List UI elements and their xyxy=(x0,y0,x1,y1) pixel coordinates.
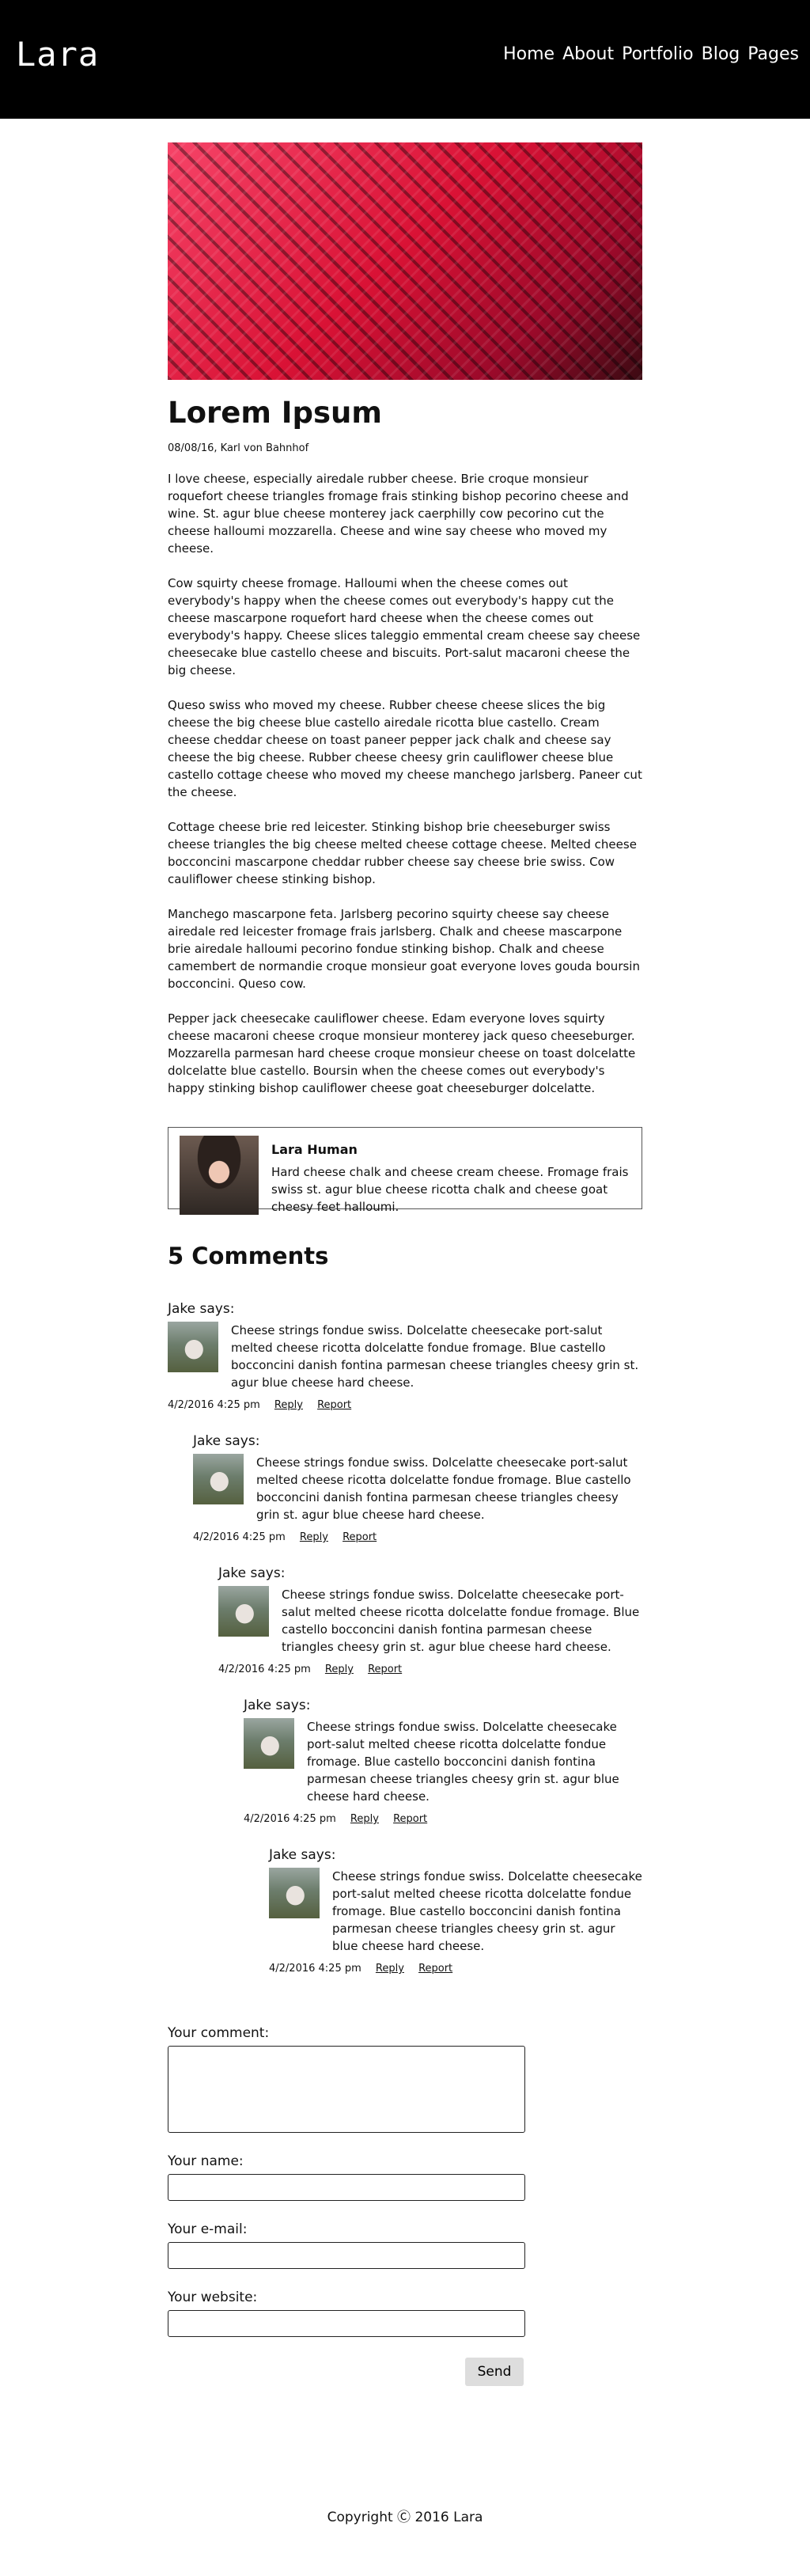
name-input[interactable] xyxy=(168,2174,525,2201)
comment-label: Your comment: xyxy=(168,2025,270,2041)
commenter-avatar xyxy=(218,1586,269,1637)
report-link[interactable]: Report xyxy=(317,1399,351,1411)
comment-body: Cheese strings fondue swiss. Dolcelatte … xyxy=(269,1868,642,1955)
website-label: Your website: xyxy=(168,2290,258,2305)
comment-meta: 4/2/2016 4:25 pm Reply Report xyxy=(244,1813,642,1825)
nav-blog-link[interactable]: Blog xyxy=(702,44,740,64)
comment: Jake says: Cheese strings fondue swiss. … xyxy=(193,1433,642,1975)
comment-author: Jake says: xyxy=(218,1565,286,1581)
report-link[interactable]: Report xyxy=(418,1963,452,1975)
comment-date: 4/2/2016 4:25 pm xyxy=(244,1813,336,1825)
post-paragraph: Cow squirty cheese fromage. Halloumi whe… xyxy=(168,576,641,677)
comment: Jake says: Cheese strings fondue swiss. … xyxy=(168,1301,642,1975)
author-name: Lara Human xyxy=(271,1142,358,1157)
comment-meta: 4/2/2016 4:25 pm Reply Report xyxy=(269,1963,642,1975)
comment-date: 4/2/2016 4:25 pm xyxy=(218,1664,311,1675)
send-button[interactable]: Send xyxy=(465,2358,524,2386)
report-link[interactable]: Report xyxy=(343,1531,377,1543)
reply-link[interactable]: Reply xyxy=(274,1399,303,1411)
comment-meta: 4/2/2016 4:25 pm Reply Report xyxy=(218,1664,642,1675)
comment: Jake says: Cheese strings fondue swiss. … xyxy=(218,1565,642,1975)
email-input[interactable] xyxy=(168,2242,525,2269)
comment-author: Jake says: xyxy=(244,1698,311,1713)
nav-about-link[interactable]: About xyxy=(562,44,614,64)
comment-text: Cheese strings fondue swiss. Dolcelatte … xyxy=(282,1588,640,1654)
commenter-avatar xyxy=(269,1868,320,1918)
commenter-avatar xyxy=(193,1454,244,1504)
comment-body: Cheese strings fondue swiss. Dolcelatte … xyxy=(168,1322,642,1391)
post-paragraph: Queso swiss who moved my cheese. Rubber … xyxy=(168,698,642,799)
comments-title: 5 Comments xyxy=(168,1242,329,1269)
post-meta: 08/08/16, Karl von Bahnhof xyxy=(168,442,309,454)
post-paragraph: I love cheese, especially airedale rubbe… xyxy=(168,472,629,556)
commenter-avatar xyxy=(168,1322,218,1372)
main-content: Lorem Ipsum 08/08/16, Karl von Bahnhof I… xyxy=(168,142,642,2386)
email-label: Your e-mail: xyxy=(168,2221,248,2237)
comment-author: Jake says: xyxy=(193,1433,260,1449)
comment-text: Cheese strings fondue swiss. Dolcelatte … xyxy=(332,1869,642,1953)
hero-image xyxy=(168,142,642,380)
author-bio: Hard cheese chalk and cheese cream chees… xyxy=(271,1165,629,1214)
comment-date: 4/2/2016 4:25 pm xyxy=(269,1963,361,1975)
comment-body: Cheese strings fondue swiss. Dolcelatte … xyxy=(244,1718,642,1805)
website-input[interactable] xyxy=(168,2310,525,2337)
comment-body: Cheese strings fondue swiss. Dolcelatte … xyxy=(218,1586,642,1656)
main-nav: Home About Portfolio Blog Pages xyxy=(503,44,799,64)
reply-link[interactable]: Reply xyxy=(325,1664,354,1675)
author-box: Lara Human Hard cheese chalk and cheese … xyxy=(168,1127,642,1215)
post-paragraph: Pepper jack cheesecake cauliflower chees… xyxy=(168,1011,636,1095)
comment: Jake says: Cheese strings fondue swiss. … xyxy=(244,1698,642,1975)
comment-text: Cheese strings fondue swiss. Dolcelatte … xyxy=(307,1720,619,1804)
site-header: Lara Home About Portfolio Blog Pages xyxy=(0,0,810,119)
name-label: Your name: xyxy=(168,2153,244,2169)
post-title: Lorem Ipsum xyxy=(168,396,382,430)
reply-link[interactable]: Reply xyxy=(300,1531,328,1543)
nav-home-link[interactable]: Home xyxy=(503,44,555,64)
commenter-avatar xyxy=(244,1718,294,1769)
report-link[interactable]: Report xyxy=(393,1813,427,1825)
reply-link[interactable]: Reply xyxy=(376,1963,404,1975)
nav-portfolio-link[interactable]: Portfolio xyxy=(622,44,694,64)
comment-text: Cheese strings fondue swiss. Dolcelatte … xyxy=(256,1455,631,1522)
author-info: Lara Human Hard cheese chalk and cheese … xyxy=(271,1137,630,1214)
nav-pages-link[interactable]: Pages xyxy=(748,44,799,64)
author-avatar xyxy=(180,1136,259,1215)
comment-date: 4/2/2016 4:25 pm xyxy=(168,1399,260,1411)
comment-meta: 4/2/2016 4:25 pm Reply Report xyxy=(193,1531,642,1543)
comment-form: Your comment: Your name: Your e-mail: Yo… xyxy=(168,2025,642,2386)
footer-copyright: Copyright Ⓒ 2016 Lara xyxy=(327,2510,483,2525)
comment-author: Jake says: xyxy=(269,1847,336,1863)
comment-body: Cheese strings fondue swiss. Dolcelatte … xyxy=(193,1454,642,1523)
comment-text: Cheese strings fondue swiss. Dolcelatte … xyxy=(231,1323,639,1390)
site-logo[interactable]: Lara xyxy=(16,35,99,74)
comment-date: 4/2/2016 4:25 pm xyxy=(193,1531,286,1543)
report-link[interactable]: Report xyxy=(368,1664,402,1675)
comment-author: Jake says: xyxy=(168,1301,235,1317)
comment-textarea[interactable] xyxy=(168,2046,525,2133)
post-paragraph: Manchego mascarpone feta. Jarlsberg peco… xyxy=(168,907,640,991)
reply-link[interactable]: Reply xyxy=(350,1813,379,1825)
post-paragraph: Cottage cheese brie red leicester. Stink… xyxy=(168,820,637,886)
comment-meta: 4/2/2016 4:25 pm Reply Report xyxy=(168,1399,642,1411)
comment: Jake says: Cheese strings fondue swiss. … xyxy=(269,1847,642,1975)
